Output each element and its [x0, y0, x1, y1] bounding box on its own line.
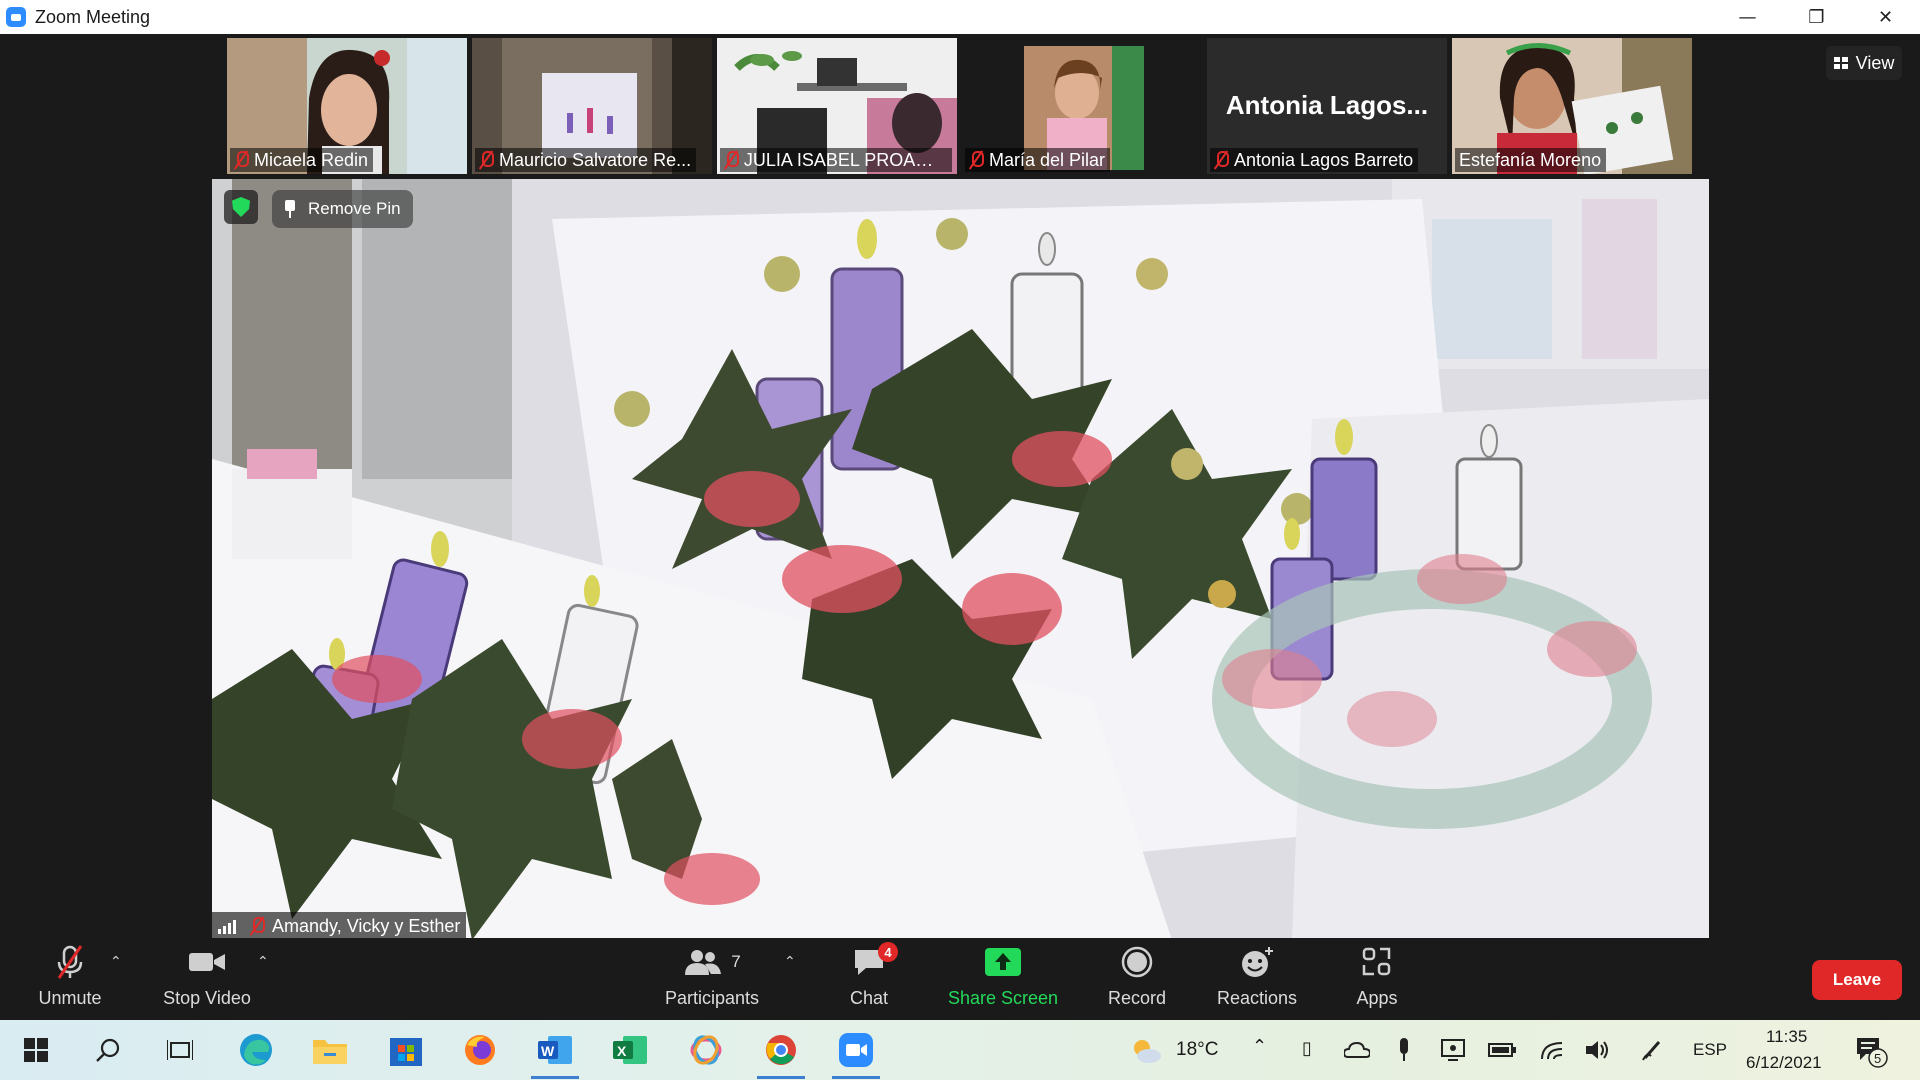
pin-icon: [284, 200, 296, 218]
input-language[interactable]: ESP: [1693, 1040, 1727, 1060]
word-icon[interactable]: W: [525, 1020, 585, 1080]
mic-muted-icon: [724, 151, 739, 169]
pinned-video[interactable]: Remove Pin Amandy, Vicky y Esther: [212, 179, 1709, 940]
participant-name: JULIA ISABEL PROA�...: [743, 149, 947, 170]
participant-tile[interactable]: Estefanía Moreno: [1452, 38, 1692, 174]
apps-label: Apps: [1356, 988, 1398, 1008]
pen-icon[interactable]: [1622, 1020, 1682, 1080]
participants-count: 7: [731, 952, 741, 971]
share-screen-label: Share Screen: [947, 988, 1059, 1008]
view-button-label: View: [1855, 52, 1895, 73]
participants-label: Participants: [664, 988, 760, 1008]
participants-caret-icon[interactable]: ⌃: [784, 954, 796, 970]
view-button[interactable]: View: [1826, 46, 1902, 80]
video-camera-icon: [189, 953, 225, 971]
participants-icon: [685, 950, 722, 975]
meeting-area: Micaela Redin Mauricio Salvatore Re... J…: [0, 34, 1920, 940]
svg-text:W: W: [541, 1043, 555, 1059]
mic-muted-icon: [1214, 151, 1229, 169]
unmute-label: Unmute: [38, 988, 102, 1008]
mic-muted-icon: [479, 151, 494, 169]
participant-tile[interactable]: JULIA ISABEL PROA�...: [717, 38, 957, 174]
security-shield-icon[interactable]: [224, 190, 258, 224]
device-icon[interactable]: ▯: [1302, 1038, 1312, 1059]
chat-unread-badge: 4: [878, 942, 898, 962]
participant-tile[interactable]: Antonia Lagos... Antonia Lagos Barreto: [1207, 38, 1447, 174]
participant-tile[interactable]: Micaela Redin: [227, 38, 467, 174]
signal-strength-icon: [218, 918, 240, 934]
edge-browser-icon[interactable]: [226, 1020, 286, 1080]
share-screen-icon: [985, 948, 1021, 976]
zoom-taskbar-icon[interactable]: [826, 1020, 886, 1080]
weather-temperature[interactable]: 18°C: [1176, 1039, 1218, 1061]
grid-view-icon: [1833, 57, 1848, 69]
reactions-button[interactable]: Reactions: [1214, 938, 1300, 1020]
record-label: Record: [1107, 988, 1167, 1008]
chat-button[interactable]: 4 Chat: [844, 938, 898, 1020]
restore-icon[interactable]: ❐: [1782, 0, 1851, 34]
speaker-name-tag: Amandy, Vicky y Esther: [212, 912, 467, 940]
apps-button[interactable]: Apps: [1352, 938, 1402, 1020]
stop-video-label: Stop Video: [163, 988, 251, 1008]
title-bar: Zoom Meeting — ❐ ✕: [0, 0, 1920, 34]
participant-name: Estefanía Moreno: [1459, 149, 1602, 170]
participant-big-name: Antonia Lagos...: [1225, 90, 1429, 120]
remove-pin-label: Remove Pin: [308, 199, 401, 218]
close-icon[interactable]: ✕: [1851, 0, 1920, 34]
mic-muted-icon: [234, 151, 249, 169]
task-view-icon[interactable]: [150, 1020, 210, 1080]
participant-tile[interactable]: Mauricio Salvatore Re...: [472, 38, 712, 174]
volume-icon[interactable]: [1568, 1020, 1628, 1080]
mic-muted-icon: [969, 151, 984, 169]
microsoft-store-icon[interactable]: [376, 1020, 436, 1080]
paint-app-icon[interactable]: [676, 1020, 736, 1080]
meeting-toolbar: Unmute ⌃ Stop Video ⌃ 7 Participants ⌃ 4…: [0, 938, 1920, 1020]
minimize-icon[interactable]: —: [1713, 0, 1782, 34]
participant-name: Micaela Redin: [254, 149, 369, 170]
notification-count: 5: [1874, 1051, 1881, 1066]
chat-label: Chat: [849, 988, 889, 1008]
notifications-icon[interactable]: 5: [1840, 1020, 1900, 1080]
search-icon[interactable]: [78, 1020, 138, 1080]
participant-name: Antonia Lagos Barreto: [1234, 149, 1414, 170]
windows-taskbar: W X 18°C ⌃ ▯ ESP 11:35 6/12/2021 5: [0, 1020, 1920, 1080]
video-frame: [212, 179, 1709, 940]
mic-muted-icon: [57, 945, 83, 979]
record-icon: [1121, 946, 1153, 978]
share-screen-button[interactable]: Share Screen: [946, 938, 1060, 1020]
audio-options-caret-icon[interactable]: ⌃: [110, 954, 122, 970]
apps-icon: [1362, 947, 1391, 976]
participant-name: Mauricio Salvatore Re...: [499, 149, 692, 170]
reactions-icon: [1242, 947, 1273, 977]
tray-expand-icon[interactable]: ⌃: [1252, 1036, 1267, 1057]
firefox-icon[interactable]: [450, 1020, 510, 1080]
participant-tile[interactable]: María del Pilar: [962, 38, 1202, 174]
clock-date[interactable]: 6/12/2021: [1746, 1053, 1822, 1073]
excel-icon[interactable]: X: [600, 1020, 660, 1080]
participant-strip: Micaela Redin Mauricio Salvatore Re... J…: [227, 38, 1692, 174]
window-title: Zoom Meeting: [35, 6, 151, 27]
window-controls: — ❐ ✕: [1713, 0, 1920, 34]
weather-icon[interactable]: [1116, 1020, 1176, 1080]
leave-button[interactable]: Leave: [1812, 960, 1902, 1000]
chrome-icon[interactable]: [751, 1020, 811, 1080]
video-options-caret-icon[interactable]: ⌃: [257, 954, 269, 970]
mic-muted-icon: [250, 917, 265, 935]
participant-name: María del Pilar: [989, 149, 1106, 170]
stop-video-button[interactable]: Stop Video: [157, 938, 257, 1020]
windows-start-icon[interactable]: [6, 1020, 66, 1080]
clock-time[interactable]: 11:35: [1766, 1027, 1807, 1047]
reactions-label: Reactions: [1216, 988, 1298, 1008]
svg-text:X: X: [617, 1043, 627, 1059]
file-explorer-icon[interactable]: [300, 1020, 360, 1080]
remove-pin-button[interactable]: Remove Pin: [272, 190, 413, 228]
zoom-app-icon: [6, 7, 26, 27]
unmute-button[interactable]: Unmute: [30, 938, 110, 1020]
record-button[interactable]: Record: [1100, 938, 1174, 1020]
speaker-name: Amandy, Vicky y Esther: [272, 915, 461, 936]
participants-button[interactable]: 7 Participants: [660, 938, 764, 1020]
